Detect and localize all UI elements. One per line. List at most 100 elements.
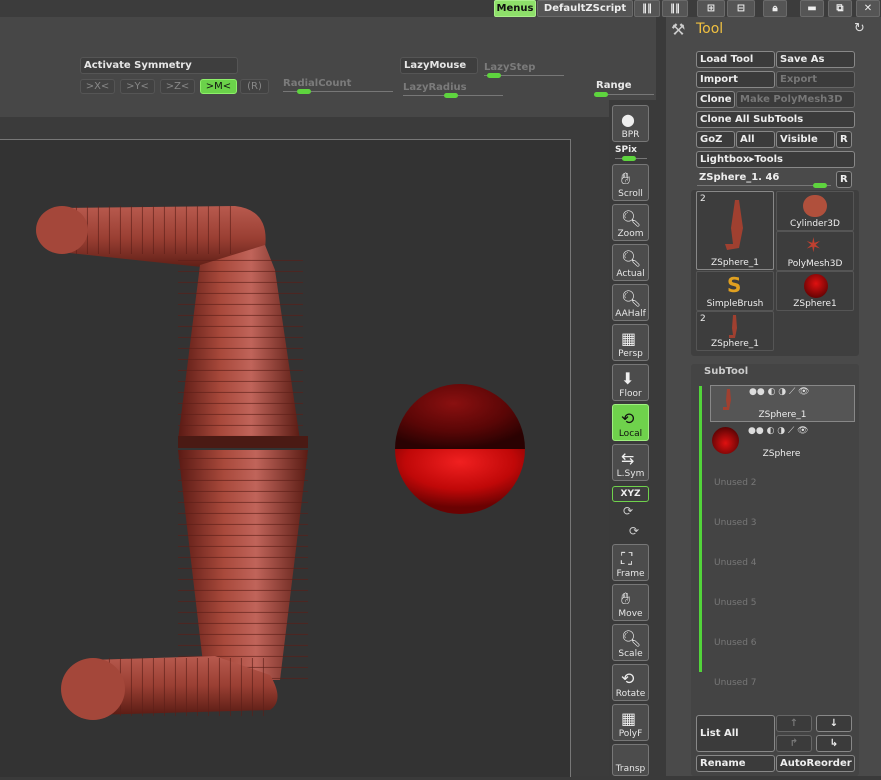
thumb-simplebrush[interactable]: S SimpleBrush bbox=[696, 271, 774, 311]
subtool-item-4[interactable]: Unused 4 bbox=[710, 545, 853, 581]
export-button[interactable]: Export bbox=[776, 71, 855, 88]
rotate-icon: ⟲ bbox=[621, 669, 635, 688]
scroll-handle-icon[interactable]: ‖‖ bbox=[634, 0, 660, 17]
zsphere-thumb-icon bbox=[723, 389, 731, 410]
symmetry-arrows-icon: ⇆ bbox=[621, 449, 635, 468]
sym-m-button[interactable]: >M< bbox=[200, 79, 237, 94]
bpr-button[interactable]: ● BPR bbox=[612, 105, 649, 142]
scale-button[interactable]: 🔍︎ Scale bbox=[612, 624, 649, 661]
move-down-icon[interactable]: ↓ bbox=[816, 715, 852, 732]
aahalf-button[interactable]: 🔍︎ AAHalf bbox=[612, 284, 649, 321]
subtool-scrollbar[interactable] bbox=[699, 386, 702, 672]
save-as-button[interactable]: Save As bbox=[776, 51, 855, 68]
make-polymesh-button[interactable]: Make PolyMesh3D bbox=[736, 91, 855, 108]
goz-all-button[interactable]: All bbox=[736, 131, 775, 148]
rotate-z-icon[interactable]: ⟳ bbox=[629, 524, 639, 538]
tool-slider-knob[interactable] bbox=[813, 183, 827, 188]
polyf-button[interactable]: ▦ PolyF bbox=[612, 704, 649, 741]
lazyradius-label: LazyRadius bbox=[403, 82, 467, 93]
range-knob[interactable] bbox=[594, 92, 608, 97]
floor-button[interactable]: ⬇ Floor bbox=[612, 364, 649, 401]
list-all-button[interactable]: List All bbox=[696, 715, 775, 752]
thumb-zsphere1[interactable]: ZSphere1 bbox=[776, 271, 854, 311]
scroll-button[interactable]: ✋︎ Scroll bbox=[612, 164, 649, 201]
restore-icon[interactable]: ⧉ bbox=[828, 0, 852, 17]
lock-icon[interactable]: 🔒︎ bbox=[763, 0, 787, 17]
sym-y-button[interactable]: >Y< bbox=[120, 79, 155, 94]
sym-radial-button[interactable]: (R) bbox=[240, 79, 269, 94]
thumb-cylinder3d[interactable]: Cylinder3D bbox=[776, 191, 854, 231]
floor-icon: ⬇ bbox=[621, 369, 635, 388]
tool-title: Tool bbox=[696, 21, 724, 37]
subtool-item-1[interactable]: ●● ◐ ◑ ⟋ 👁︎ ZSphere bbox=[710, 425, 853, 461]
clone-all-subtools-button[interactable]: Clone All SubTools bbox=[696, 111, 855, 128]
move-button[interactable]: ✋︎ Move bbox=[612, 584, 649, 621]
close-icon[interactable]: ✕ bbox=[856, 0, 880, 17]
subtool-toggles-icon[interactable]: ●● ◐ ◑ ⟋ 👁︎ bbox=[749, 387, 810, 397]
thumb-polymesh3d[interactable]: ✶ PolyMesh3D bbox=[776, 231, 854, 271]
actual-button[interactable]: 🔍︎ Actual bbox=[612, 244, 649, 281]
zsphere-model[interactable] bbox=[0, 140, 570, 777]
lazyradius-knob[interactable] bbox=[444, 93, 458, 98]
refresh-icon[interactable]: ↻ bbox=[854, 21, 865, 36]
goz-button[interactable]: GoZ bbox=[696, 131, 735, 148]
thumb-zsphere-1-small[interactable]: 2 ZSphere_1 bbox=[696, 311, 774, 351]
activate-symmetry-button[interactable]: Activate Symmetry bbox=[80, 57, 238, 74]
import-button[interactable]: Import bbox=[696, 71, 775, 88]
magnifier-icon: 🔍︎ bbox=[621, 249, 642, 268]
subtool-title: SubTool bbox=[704, 366, 749, 377]
subtool-toggles-icon[interactable]: ●● ◐ ◑ ⟋ 👁︎ bbox=[748, 426, 809, 436]
radial-count-label: RadialCount bbox=[283, 78, 352, 89]
spix-knob[interactable] bbox=[622, 156, 636, 161]
subtool-item-2[interactable]: Unused 2 bbox=[710, 465, 853, 501]
tool-slider[interactable] bbox=[697, 185, 831, 186]
goz-r-button[interactable]: R bbox=[836, 131, 852, 148]
layout-icon[interactable]: ⊞ bbox=[697, 0, 725, 17]
move-up-right-icon[interactable]: ↱ bbox=[776, 735, 812, 752]
scroll-handle-icon-2[interactable]: ‖‖ bbox=[662, 0, 688, 17]
local-icon: ⟲ bbox=[621, 409, 635, 428]
sym-x-button[interactable]: >X< bbox=[80, 79, 115, 94]
right-toolbar: ● BPR SPix ✋︎ Scroll 🔍︎ Zoom 🔍︎ Actual 🔍︎ AAH… bbox=[609, 100, 656, 776]
subtool-item-0[interactable]: ●● ◐ ◑ ⟋ 👁︎ ZSphere_1 bbox=[710, 385, 855, 422]
lightbox-tools-button[interactable]: Lightbox▸Tools bbox=[696, 151, 855, 168]
panel-divider[interactable] bbox=[656, 17, 666, 776]
zsphere-thumb-icon bbox=[725, 200, 743, 250]
rotate-y-icon[interactable]: ⟳ bbox=[623, 504, 633, 518]
transp-button[interactable]: Transp bbox=[612, 744, 649, 776]
thumb-zsphere-1[interactable]: 2 ZSphere_1 bbox=[696, 191, 774, 270]
simplebrush-s-icon: S bbox=[727, 273, 742, 297]
frame-button[interactable]: ⛶ Frame bbox=[612, 544, 649, 581]
cylinder-icon bbox=[803, 195, 827, 217]
magnifier-icon: 🔍︎ bbox=[621, 209, 642, 228]
lazymouse-button[interactable]: LazyMouse bbox=[400, 57, 478, 74]
rotate-button[interactable]: ⟲ Rotate bbox=[612, 664, 649, 701]
layout-2-icon[interactable]: ⊟ bbox=[727, 0, 755, 17]
radial-count-knob[interactable] bbox=[297, 89, 311, 94]
document-canvas[interactable] bbox=[0, 139, 571, 777]
bpr-sphere-icon: ● bbox=[621, 110, 635, 129]
xyz-button[interactable]: XYZ bbox=[612, 486, 649, 502]
rename-button[interactable]: Rename bbox=[696, 755, 775, 772]
menus-button[interactable]: Menus bbox=[494, 0, 536, 17]
load-tool-button[interactable]: Load Tool bbox=[696, 51, 775, 68]
persp-button[interactable]: ▦ Persp bbox=[612, 324, 649, 361]
autoreorder-button[interactable]: AutoReorder bbox=[776, 755, 855, 772]
zoom-button[interactable]: 🔍︎ Zoom bbox=[612, 204, 649, 241]
clone-button[interactable]: Clone bbox=[696, 91, 735, 108]
subtool-item-3[interactable]: Unused 3 bbox=[710, 505, 853, 541]
tool-r-button[interactable]: R bbox=[836, 171, 852, 188]
lazystep-label: LazyStep bbox=[484, 62, 536, 73]
subtool-item-7[interactable]: Unused 7 bbox=[710, 665, 853, 701]
local-button[interactable]: ⟲ Local bbox=[612, 404, 649, 441]
move-up-icon[interactable]: ↑ bbox=[776, 715, 812, 732]
default-zscript-button[interactable]: DefaultZScript bbox=[537, 0, 633, 17]
lsym-button[interactable]: ⇆ L.Sym bbox=[612, 444, 649, 481]
minimize-icon[interactable]: ▬ bbox=[800, 0, 824, 17]
move-down-right-icon[interactable]: ↳ bbox=[816, 735, 852, 752]
subtool-item-6[interactable]: Unused 6 bbox=[710, 625, 853, 661]
goz-visible-button[interactable]: Visible bbox=[776, 131, 835, 148]
subtool-item-5[interactable]: Unused 5 bbox=[710, 585, 853, 621]
sym-z-button[interactable]: >Z< bbox=[160, 79, 195, 94]
lazystep-knob[interactable] bbox=[487, 73, 501, 78]
